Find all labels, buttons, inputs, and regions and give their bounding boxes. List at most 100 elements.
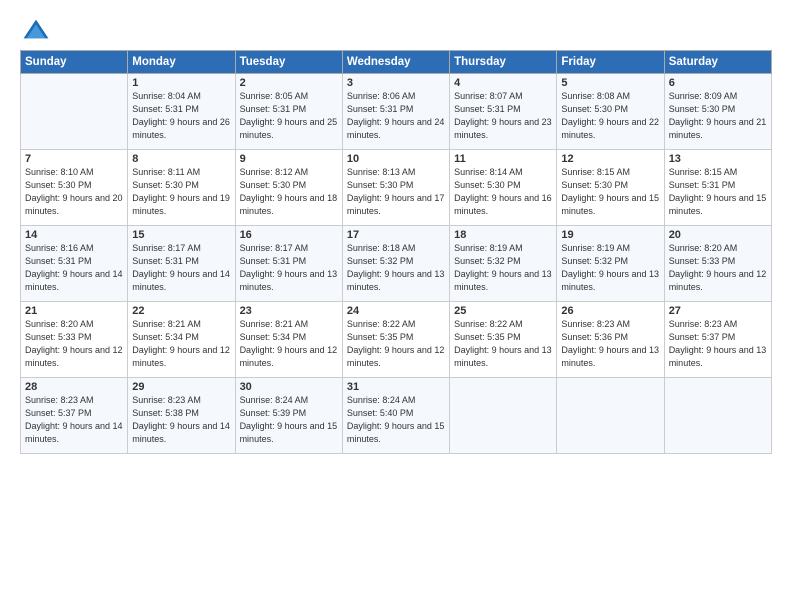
day-info: Sunrise: 8:09 AM Sunset: 5:30 PM Dayligh… <box>669 90 767 142</box>
logo <box>20 18 54 40</box>
day-info: Sunrise: 8:05 AM Sunset: 5:31 PM Dayligh… <box>240 90 338 142</box>
day-number: 29 <box>132 381 230 393</box>
calendar-cell: 6Sunrise: 8:09 AM Sunset: 5:30 PM Daylig… <box>664 74 771 150</box>
day-number: 15 <box>132 229 230 241</box>
calendar-cell: 14Sunrise: 8:16 AM Sunset: 5:31 PM Dayli… <box>21 226 128 302</box>
page: SundayMondayTuesdayWednesdayThursdayFrid… <box>0 0 792 612</box>
day-number: 25 <box>454 305 552 317</box>
calendar-cell: 22Sunrise: 8:21 AM Sunset: 5:34 PM Dayli… <box>128 302 235 378</box>
day-number: 5 <box>561 77 659 89</box>
day-number: 1 <box>132 77 230 89</box>
day-number: 21 <box>25 305 123 317</box>
day-info: Sunrise: 8:04 AM Sunset: 5:31 PM Dayligh… <box>132 90 230 142</box>
day-info: Sunrise: 8:17 AM Sunset: 5:31 PM Dayligh… <box>240 242 338 294</box>
calendar-cell: 16Sunrise: 8:17 AM Sunset: 5:31 PM Dayli… <box>235 226 342 302</box>
calendar-cell: 28Sunrise: 8:23 AM Sunset: 5:37 PM Dayli… <box>21 378 128 454</box>
day-number: 28 <box>25 381 123 393</box>
day-number: 30 <box>240 381 338 393</box>
calendar-cell: 21Sunrise: 8:20 AM Sunset: 5:33 PM Dayli… <box>21 302 128 378</box>
week-row-1: 1Sunrise: 8:04 AM Sunset: 5:31 PM Daylig… <box>21 74 772 150</box>
calendar-cell: 15Sunrise: 8:17 AM Sunset: 5:31 PM Dayli… <box>128 226 235 302</box>
header <box>20 18 772 40</box>
weekday-header-sunday: Sunday <box>21 51 128 74</box>
day-info: Sunrise: 8:21 AM Sunset: 5:34 PM Dayligh… <box>240 318 338 370</box>
weekday-header-row: SundayMondayTuesdayWednesdayThursdayFrid… <box>21 51 772 74</box>
day-number: 26 <box>561 305 659 317</box>
day-info: Sunrise: 8:21 AM Sunset: 5:34 PM Dayligh… <box>132 318 230 370</box>
day-number: 16 <box>240 229 338 241</box>
day-number: 10 <box>347 153 445 165</box>
calendar-cell: 23Sunrise: 8:21 AM Sunset: 5:34 PM Dayli… <box>235 302 342 378</box>
day-number: 22 <box>132 305 230 317</box>
day-number: 11 <box>454 153 552 165</box>
day-info: Sunrise: 8:07 AM Sunset: 5:31 PM Dayligh… <box>454 90 552 142</box>
day-number: 8 <box>132 153 230 165</box>
calendar-cell: 24Sunrise: 8:22 AM Sunset: 5:35 PM Dayli… <box>342 302 449 378</box>
calendar-cell: 3Sunrise: 8:06 AM Sunset: 5:31 PM Daylig… <box>342 74 449 150</box>
day-number: 2 <box>240 77 338 89</box>
day-info: Sunrise: 8:18 AM Sunset: 5:32 PM Dayligh… <box>347 242 445 294</box>
day-number: 18 <box>454 229 552 241</box>
day-info: Sunrise: 8:23 AM Sunset: 5:36 PM Dayligh… <box>561 318 659 370</box>
calendar-cell <box>664 378 771 454</box>
calendar-table: SundayMondayTuesdayWednesdayThursdayFrid… <box>20 50 772 454</box>
calendar-cell: 25Sunrise: 8:22 AM Sunset: 5:35 PM Dayli… <box>450 302 557 378</box>
day-number: 24 <box>347 305 445 317</box>
week-row-2: 7Sunrise: 8:10 AM Sunset: 5:30 PM Daylig… <box>21 150 772 226</box>
day-info: Sunrise: 8:10 AM Sunset: 5:30 PM Dayligh… <box>25 166 123 218</box>
day-number: 12 <box>561 153 659 165</box>
week-row-3: 14Sunrise: 8:16 AM Sunset: 5:31 PM Dayli… <box>21 226 772 302</box>
day-info: Sunrise: 8:13 AM Sunset: 5:30 PM Dayligh… <box>347 166 445 218</box>
calendar-cell: 30Sunrise: 8:24 AM Sunset: 5:39 PM Dayli… <box>235 378 342 454</box>
calendar-body: 1Sunrise: 8:04 AM Sunset: 5:31 PM Daylig… <box>21 74 772 454</box>
day-number: 27 <box>669 305 767 317</box>
day-info: Sunrise: 8:20 AM Sunset: 5:33 PM Dayligh… <box>25 318 123 370</box>
calendar-cell <box>450 378 557 454</box>
calendar-cell: 20Sunrise: 8:20 AM Sunset: 5:33 PM Dayli… <box>664 226 771 302</box>
day-number: 23 <box>240 305 338 317</box>
day-info: Sunrise: 8:16 AM Sunset: 5:31 PM Dayligh… <box>25 242 123 294</box>
weekday-header-saturday: Saturday <box>664 51 771 74</box>
day-number: 31 <box>347 381 445 393</box>
week-row-4: 21Sunrise: 8:20 AM Sunset: 5:33 PM Dayli… <box>21 302 772 378</box>
day-number: 3 <box>347 77 445 89</box>
calendar-cell: 31Sunrise: 8:24 AM Sunset: 5:40 PM Dayli… <box>342 378 449 454</box>
day-info: Sunrise: 8:12 AM Sunset: 5:30 PM Dayligh… <box>240 166 338 218</box>
day-info: Sunrise: 8:11 AM Sunset: 5:30 PM Dayligh… <box>132 166 230 218</box>
day-info: Sunrise: 8:15 AM Sunset: 5:30 PM Dayligh… <box>561 166 659 218</box>
calendar-cell <box>21 74 128 150</box>
calendar-cell <box>557 378 664 454</box>
day-number: 7 <box>25 153 123 165</box>
day-number: 20 <box>669 229 767 241</box>
day-info: Sunrise: 8:22 AM Sunset: 5:35 PM Dayligh… <box>347 318 445 370</box>
day-info: Sunrise: 8:06 AM Sunset: 5:31 PM Dayligh… <box>347 90 445 142</box>
calendar-cell: 17Sunrise: 8:18 AM Sunset: 5:32 PM Dayli… <box>342 226 449 302</box>
calendar-cell: 19Sunrise: 8:19 AM Sunset: 5:32 PM Dayli… <box>557 226 664 302</box>
day-info: Sunrise: 8:24 AM Sunset: 5:40 PM Dayligh… <box>347 394 445 446</box>
day-number: 14 <box>25 229 123 241</box>
calendar-cell: 4Sunrise: 8:07 AM Sunset: 5:31 PM Daylig… <box>450 74 557 150</box>
day-info: Sunrise: 8:23 AM Sunset: 5:38 PM Dayligh… <box>132 394 230 446</box>
day-info: Sunrise: 8:19 AM Sunset: 5:32 PM Dayligh… <box>454 242 552 294</box>
calendar-cell: 1Sunrise: 8:04 AM Sunset: 5:31 PM Daylig… <box>128 74 235 150</box>
calendar-cell: 27Sunrise: 8:23 AM Sunset: 5:37 PM Dayli… <box>664 302 771 378</box>
weekday-header-monday: Monday <box>128 51 235 74</box>
calendar-cell: 7Sunrise: 8:10 AM Sunset: 5:30 PM Daylig… <box>21 150 128 226</box>
day-number: 17 <box>347 229 445 241</box>
day-info: Sunrise: 8:24 AM Sunset: 5:39 PM Dayligh… <box>240 394 338 446</box>
day-info: Sunrise: 8:15 AM Sunset: 5:31 PM Dayligh… <box>669 166 767 218</box>
calendar-cell: 10Sunrise: 8:13 AM Sunset: 5:30 PM Dayli… <box>342 150 449 226</box>
calendar-cell: 29Sunrise: 8:23 AM Sunset: 5:38 PM Dayli… <box>128 378 235 454</box>
day-info: Sunrise: 8:23 AM Sunset: 5:37 PM Dayligh… <box>669 318 767 370</box>
day-info: Sunrise: 8:20 AM Sunset: 5:33 PM Dayligh… <box>669 242 767 294</box>
day-info: Sunrise: 8:22 AM Sunset: 5:35 PM Dayligh… <box>454 318 552 370</box>
calendar-cell: 18Sunrise: 8:19 AM Sunset: 5:32 PM Dayli… <box>450 226 557 302</box>
calendar-cell: 12Sunrise: 8:15 AM Sunset: 5:30 PM Dayli… <box>557 150 664 226</box>
day-info: Sunrise: 8:14 AM Sunset: 5:30 PM Dayligh… <box>454 166 552 218</box>
calendar-cell: 13Sunrise: 8:15 AM Sunset: 5:31 PM Dayli… <box>664 150 771 226</box>
weekday-header-wednesday: Wednesday <box>342 51 449 74</box>
day-number: 9 <box>240 153 338 165</box>
day-number: 4 <box>454 77 552 89</box>
day-number: 19 <box>561 229 659 241</box>
calendar-cell: 11Sunrise: 8:14 AM Sunset: 5:30 PM Dayli… <box>450 150 557 226</box>
